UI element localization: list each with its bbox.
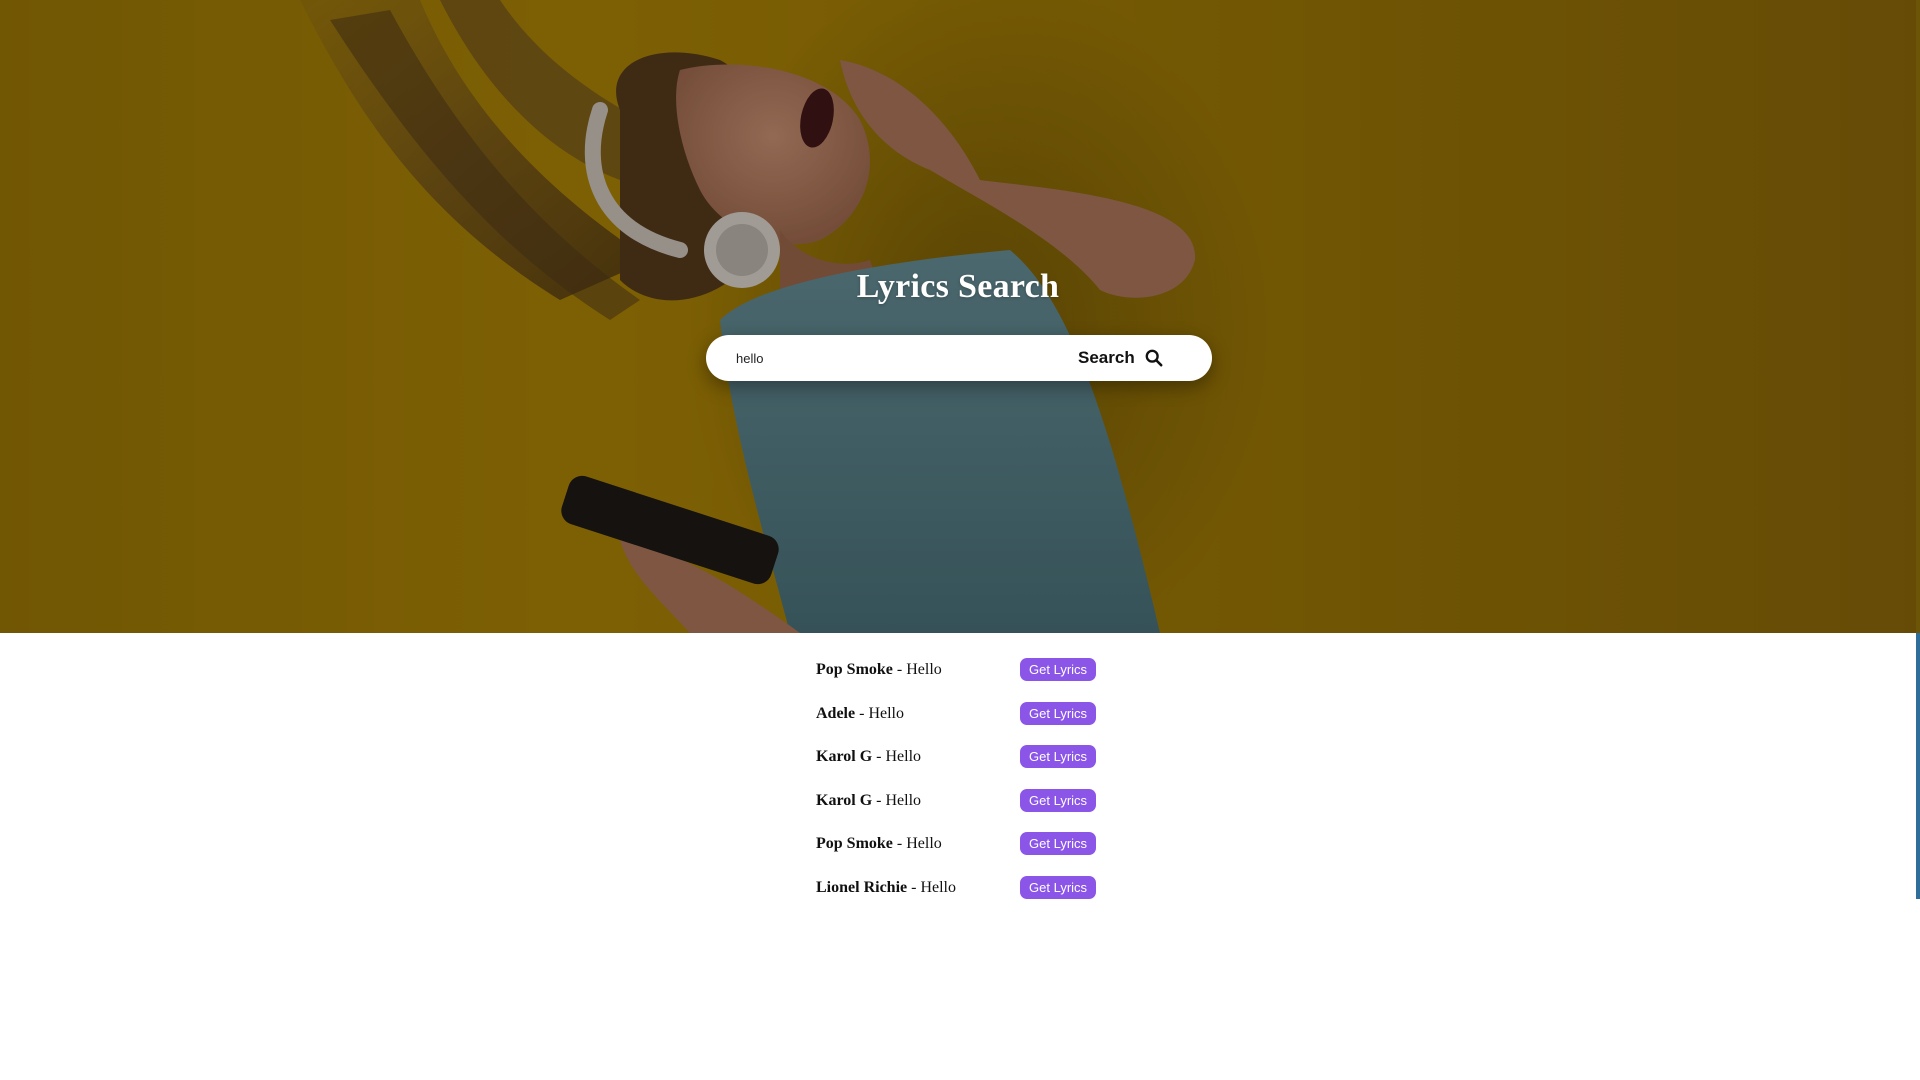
separator: - — [892, 661, 907, 678]
search-icon — [1145, 349, 1163, 367]
result-title: Pop Smoke - Hello — [816, 835, 942, 853]
list-item: Pop Smoke - Hello Get Lyrics — [816, 827, 1216, 871]
get-lyrics-button[interactable]: Get Lyrics — [1020, 788, 1097, 812]
song-title: Hello — [920, 878, 956, 896]
result-title: Pop Smoke - Hello — [816, 661, 942, 679]
separator: - — [872, 748, 886, 765]
artist-name: Karol G — [816, 791, 873, 809]
result-title: Lionel Richie - Hello — [816, 879, 956, 897]
result-title: Karol G - Hello — [816, 748, 921, 766]
artist-name: Karol G — [816, 748, 873, 765]
artist-name: Lionel Richie — [816, 878, 908, 896]
hero-content: Lyrics Search Search — [0, 0, 1920, 633]
song-title: Hello — [906, 661, 942, 678]
song-title: Hello — [885, 791, 922, 809]
separator: - — [892, 835, 907, 852]
result-title: Karol G - Hello — [816, 792, 921, 810]
get-lyrics-button[interactable]: Get Lyrics — [1020, 832, 1097, 855]
artist-name: Adele — [816, 704, 856, 722]
list-item: Lionel Richie - Hello Get Lyrics — [816, 871, 1216, 915]
list-item: Adele - Hello Get Lyrics — [816, 697, 1216, 741]
get-lyrics-button[interactable]: Get Lyrics — [1020, 658, 1097, 681]
separator: - — [872, 791, 886, 809]
song-title: Hello — [868, 704, 904, 722]
results-list: Pop Smoke - Hello Get Lyrics Adele - Hel… — [816, 653, 1216, 914]
scrollbar-track[interactable] — [1916, 0, 1920, 633]
hero-banner: Lyrics Search Search — [0, 0, 1920, 633]
get-lyrics-button[interactable]: Get Lyrics — [1020, 701, 1097, 725]
separator: - — [907, 878, 921, 896]
song-title: Hello — [885, 748, 922, 765]
get-lyrics-button[interactable]: Get Lyrics — [1020, 745, 1097, 768]
list-item: Karol G - Hello Get Lyrics — [816, 740, 1216, 784]
separator: - — [855, 704, 869, 722]
list-item: Karol G - Hello Get Lyrics — [816, 784, 1216, 828]
artist-name: Pop Smoke — [816, 835, 893, 852]
song-title: Hello — [906, 835, 942, 852]
scrollbar-thumb[interactable] — [1916, 633, 1920, 899]
page-title: Lyrics Search — [856, 268, 1060, 305]
search-button-label: Search — [1078, 348, 1135, 367]
artist-name: Pop Smoke — [816, 661, 893, 678]
get-lyrics-button[interactable]: Get Lyrics — [1020, 875, 1097, 899]
search-input[interactable] — [722, 340, 1052, 376]
search-button[interactable]: Search — [1078, 335, 1163, 381]
list-item: Pop Smoke - Hello Get Lyrics — [816, 653, 1216, 697]
result-title: Adele - Hello — [816, 705, 904, 723]
